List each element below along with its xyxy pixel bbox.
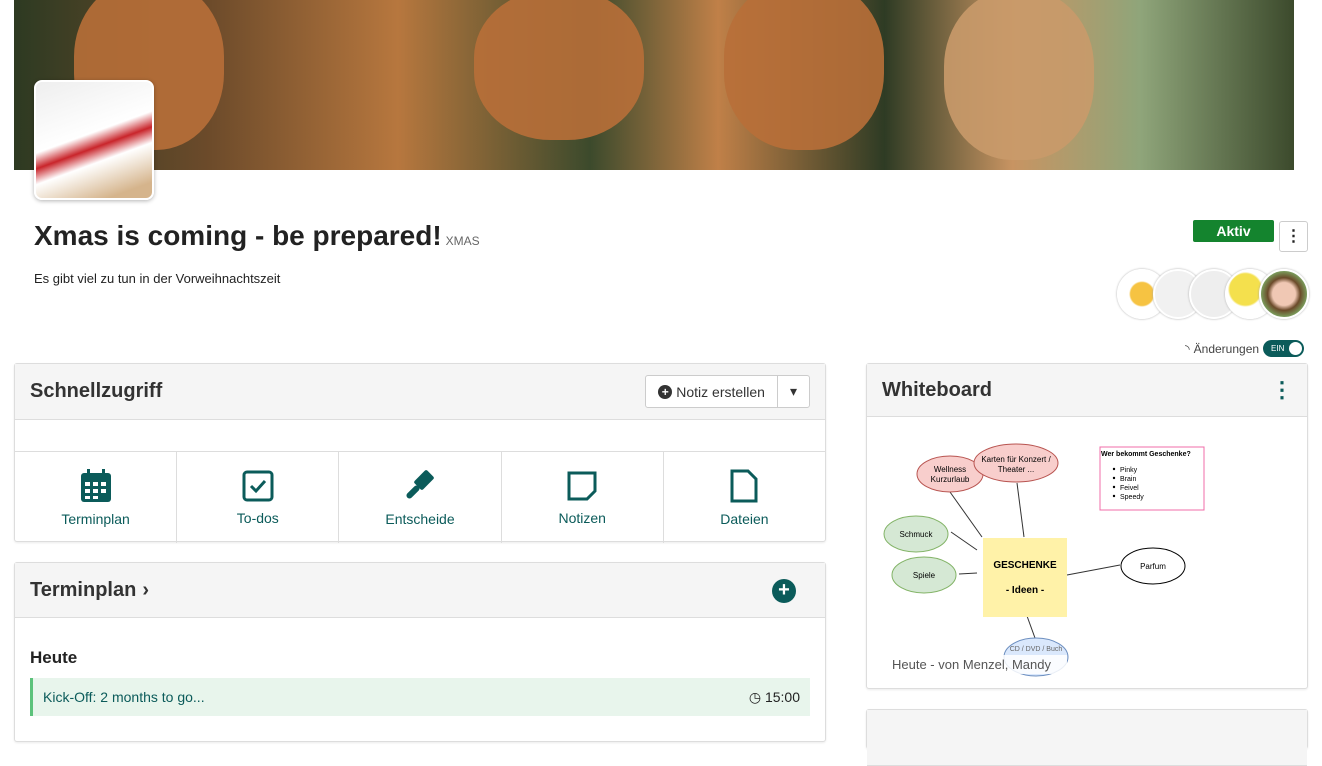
panel-title: Whiteboard [882,378,992,401]
list-item: Pinky [1120,467,1138,474]
list-item: Feivel [1120,485,1139,492]
node-label: Theater ... [998,465,1034,474]
tile-terminplan[interactable]: Terminplan [15,452,178,543]
clock-icon: ◷ [748,688,765,705]
page-title: Xmas is coming - be prepared! XMAS [34,220,480,251]
tile-label: Notizen [558,509,606,526]
add-event-button[interactable]: + [772,579,796,603]
tile-label: Terminplan [61,510,130,527]
list-item: Speedy [1120,494,1144,501]
node-label: Parfum [1140,562,1166,571]
tile-todos[interactable]: To-dos [177,452,340,543]
note-icon [567,471,597,500]
create-note-label: Notiz erstellen [676,383,765,400]
quick-access-panel: Schnellzugriff + Notiz erstellen ▾ Terminp… [14,363,826,543]
calendar-icon [80,468,111,502]
status-badge[interactable]: Aktiv [1193,220,1274,242]
schedule-panel: Terminplan › + Heute Kick-Off: 2 months t… [14,562,826,742]
rss-icon: ◝ [1185,341,1190,356]
event-time: 15:00 [764,688,800,705]
tile-label: Entscheide [385,510,455,527]
tile-dateien[interactable]: Dateien [664,452,825,543]
list-title: Wer bekommt Geschenke? [1101,451,1191,458]
node-label: Kurzurlaub [931,475,970,484]
day-heading: Heute [30,648,78,667]
shortname: XMAS [445,234,480,248]
event-item[interactable]: Kick-Off: 2 months to go... ◷ 15:00 [30,678,810,716]
list-item: Brain [1120,476,1136,483]
avatar[interactable] [1259,269,1309,319]
changes-toggle[interactable]: ◝ Änderungen EIN [1185,340,1305,357]
next-panel [866,709,1308,766]
node-label: Spiele [913,571,936,580]
tile-label: To-dos [236,509,279,526]
whiteboard-preview[interactable]: WellnessKurzurlaub Karten für Konzert /T… [867,420,1307,690]
node-label: CD / DVD / Buch [1010,646,1063,653]
plus-circle-icon: + [658,384,673,399]
tile-entscheide[interactable]: Entscheide [339,452,502,543]
center-label: - Ideen - [1006,585,1044,596]
file-icon [730,469,758,502]
panel-title[interactable]: Terminplan [30,579,136,602]
node-label: Karten für Konzert / [981,455,1051,464]
create-note-button[interactable]: + Notiz erstellen ▾ [645,375,810,408]
event-title: Kick-Off: 2 months to go... [43,689,205,705]
banner-image [14,0,1294,170]
gavel-icon [406,469,434,499]
center-label: GESCHENKE [993,560,1057,571]
workspace-logo [34,80,154,200]
more-options-icon[interactable]: ⋮ [1271,377,1293,403]
node-label: Schmuck [900,530,934,539]
tile-label: Dateien [720,510,769,527]
chevron-right-icon[interactable]: › [142,579,149,602]
changes-label: Änderungen [1193,341,1260,356]
panel-title: Schnellzugriff [30,380,163,402]
whiteboard-panel: Whiteboard ⋮ Wellness Kurzurlaub Karten fü… [866,363,1308,689]
checkbox-icon [242,470,274,501]
description: Es gibt viel zu tun in der Vorweihnachts… [34,271,281,286]
toggle-switch[interactable]: EIN [1263,340,1305,357]
node-label: Wellness [934,465,966,474]
chevron-down-icon[interactable]: ▾ [776,376,809,407]
more-options-button[interactable]: ⋮ [1279,221,1308,252]
whiteboard-caption: Heute - von Menzel, Mandy [892,657,1051,672]
tile-notizen[interactable]: Notizen [502,452,664,543]
